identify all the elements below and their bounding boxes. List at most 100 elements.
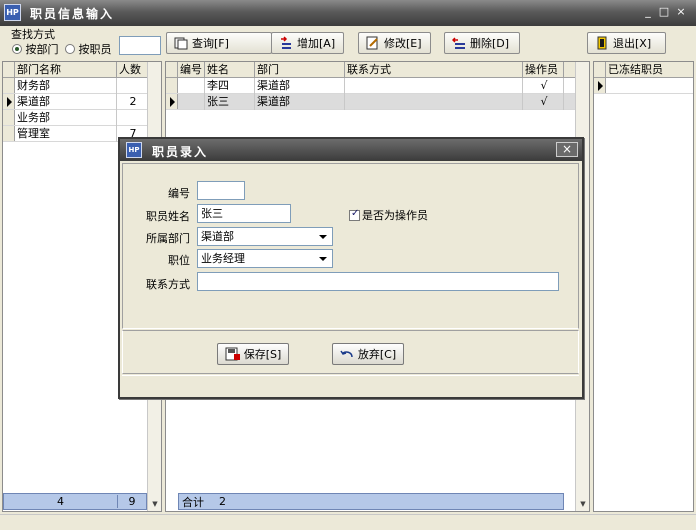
table-row[interactable]: 业务部 — [3, 110, 148, 126]
save-button-label: 保存[S] — [243, 348, 282, 361]
window-title-bar[interactable]: HP 职员信息输入 _ □ × — [0, 0, 696, 26]
chevron-down-icon[interactable] — [319, 235, 327, 239]
radio-by-staff[interactable] — [65, 44, 75, 54]
row-indicator — [166, 78, 178, 93]
dialog-title: 职员录入 — [152, 145, 209, 159]
operator-checkbox-group[interactable]: 是否为操作员 — [349, 207, 428, 223]
delete-button-label: 删除[D] — [470, 37, 510, 50]
exit-button[interactable]: 退出[X] — [587, 32, 666, 54]
radio-by-dept-label: 按部门 — [25, 43, 59, 56]
search-mode-group: 按部门 按职员 — [12, 41, 112, 57]
staff-footer-label: 合计 — [182, 495, 204, 509]
staff-grid-footer: 合计 2 — [178, 493, 564, 510]
column-header-contact[interactable]: 联系方式 — [345, 62, 523, 78]
column-header-id[interactable]: 编号 — [178, 62, 205, 78]
dept-dropdown-value: 渠道部 — [201, 230, 234, 243]
cancel-button-label: 放弃[C] — [357, 348, 397, 361]
table-row[interactable] — [594, 78, 693, 94]
dept-label: 所属部门 — [146, 232, 190, 245]
dept-name-cell[interactable]: 财务部 — [15, 78, 117, 94]
staff-operator-cell[interactable]: √ — [523, 78, 564, 94]
staff-footer-count: 2 — [219, 495, 226, 508]
row-indicator — [3, 126, 15, 141]
contact-field[interactable] — [197, 272, 559, 291]
table-row[interactable]: 李四 渠道部 √ — [166, 78, 576, 94]
column-header-dept[interactable]: 部门 — [255, 62, 345, 78]
staff-operator-cell[interactable]: √ — [523, 94, 564, 110]
staff-dept-cell[interactable]: 渠道部 — [255, 78, 345, 94]
row-indicator — [3, 78, 15, 93]
maximize-icon[interactable]: □ — [658, 6, 670, 18]
dept-count-cell[interactable] — [117, 78, 148, 94]
staff-id-cell[interactable] — [178, 94, 205, 110]
save-button[interactable]: 保存[S] — [217, 343, 289, 365]
dialog-app-icon: HP — [126, 142, 142, 158]
staff-contact-cell[interactable] — [345, 94, 523, 110]
frozen-staff-grid-header: 已冻结职员 — [594, 62, 693, 78]
dept-count-cell[interactable] — [117, 110, 148, 126]
column-header-dept-name[interactable]: 部门名称 — [15, 62, 117, 78]
dialog-title-bar[interactable]: HP 职员录入 × — [120, 139, 582, 161]
exit-door-icon — [595, 36, 609, 50]
table-row[interactable]: 财务部 — [3, 78, 148, 94]
query-icon — [174, 36, 188, 50]
staff-contact-cell[interactable] — [345, 78, 523, 94]
frozen-staff-cell[interactable] — [606, 78, 693, 94]
table-row[interactable]: 张三 渠道部 √ — [166, 94, 576, 110]
dept-name-cell[interactable]: 业务部 — [15, 110, 117, 126]
app-icon: HP — [4, 4, 21, 21]
current-row-indicator — [3, 94, 15, 109]
query-button[interactable]: 查询[F] — [166, 32, 272, 54]
delete-button[interactable]: 删除[D] — [444, 32, 520, 54]
delete-icon — [451, 36, 466, 50]
minimize-icon[interactable]: _ — [642, 6, 654, 18]
close-icon[interactable]: × — [675, 6, 687, 18]
position-label: 职位 — [168, 254, 190, 267]
position-dropdown-value: 业务经理 — [201, 252, 245, 265]
frozen-staff-grid[interactable]: 已冻结职员 — [593, 61, 694, 512]
add-button-label: 增加[A] — [297, 37, 336, 50]
window-title: 职员信息输入 — [30, 7, 115, 21]
operator-checkbox[interactable] — [349, 208, 360, 221]
add-button[interactable]: 增加[A] — [271, 32, 344, 54]
row-indicator-header — [594, 62, 606, 77]
staff-dept-cell[interactable]: 渠道部 — [255, 94, 345, 110]
dept-footer-count: 9 — [128, 495, 136, 508]
staff-name-cell[interactable]: 张三 — [205, 94, 255, 110]
dept-dropdown[interactable]: 渠道部 — [197, 227, 333, 246]
column-header-operator[interactable]: 操作员 — [523, 62, 564, 78]
name-label: 职员姓名 — [146, 210, 190, 223]
form-panel — [122, 163, 579, 329]
name-field[interactable]: 张三 — [197, 204, 291, 223]
add-icon — [279, 36, 293, 50]
table-row[interactable]: 渠道部 2 — [3, 94, 148, 110]
cancel-button[interactable]: 放弃[C] — [332, 343, 404, 365]
department-grid-header: 部门名称 人数 — [3, 62, 148, 78]
dept-count-cell[interactable]: 2 — [117, 94, 148, 110]
position-dropdown[interactable]: 业务经理 — [197, 249, 333, 268]
chevron-down-icon[interactable] — [319, 257, 327, 261]
edit-button[interactable]: 修改[E] — [358, 32, 431, 54]
query-button-label: 查询[F] — [192, 37, 229, 50]
dept-name-cell[interactable]: 管理室 — [15, 126, 117, 142]
staff-name-cell[interactable]: 李四 — [205, 78, 255, 94]
column-header-frozen-staff[interactable]: 已冻结职员 — [606, 62, 693, 78]
radio-by-dept[interactable] — [12, 44, 22, 54]
staff-id-cell[interactable] — [178, 78, 205, 94]
scroll-down-arrow-icon[interactable]: ▼ — [576, 497, 590, 511]
column-header-name[interactable]: 姓名 — [205, 62, 255, 78]
dialog-close-icon[interactable]: × — [556, 142, 578, 157]
edit-icon — [366, 36, 380, 50]
radio-by-staff-label: 按职员 — [78, 43, 112, 56]
id-field[interactable] — [197, 181, 245, 200]
save-icon — [225, 347, 240, 361]
search-input[interactable] — [119, 36, 161, 55]
row-indicator-header — [3, 62, 15, 77]
status-bar — [0, 514, 696, 530]
dept-name-cell[interactable]: 渠道部 — [15, 94, 117, 110]
scroll-down-arrow-icon[interactable]: ▼ — [148, 497, 162, 511]
current-row-indicator — [166, 94, 178, 109]
operator-checkbox-label: 是否为操作员 — [362, 209, 428, 222]
edit-button-label: 修改[E] — [384, 37, 422, 50]
column-header-count[interactable]: 人数 — [117, 62, 148, 78]
